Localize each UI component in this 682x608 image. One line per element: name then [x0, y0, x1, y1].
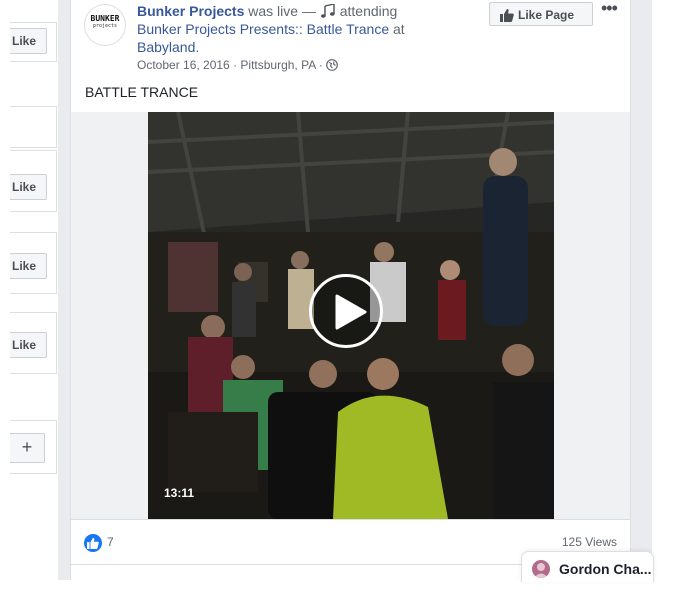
video-player[interactable]: 13:11 [148, 112, 554, 519]
avatar [532, 560, 550, 578]
page-name-link[interactable]: Bunker Projects [137, 3, 244, 19]
reaction-count[interactable]: 7 [107, 535, 114, 549]
event-link[interactable]: Bunker Projects Presents:: Battle Trance [137, 21, 389, 37]
post-date[interactable]: October 16, 2016 [137, 58, 230, 72]
like-page-button[interactable]: Like Page [489, 2, 593, 26]
like-page-label: Like Page [518, 8, 575, 22]
like-button[interactable]: Like [10, 253, 47, 279]
left-column: Like Like Like Like + [0, 0, 58, 580]
play-icon [335, 294, 367, 330]
thumbs-up-icon[interactable] [84, 534, 102, 552]
page-avatar[interactable]: BUNKER projects [84, 4, 126, 46]
post-text: BATTLE TRANCE [85, 84, 199, 100]
thumbs-up-icon [500, 9, 514, 22]
music-note-icon [320, 3, 336, 19]
like-button[interactable]: Like [10, 174, 47, 200]
globe-icon[interactable] [326, 59, 339, 71]
video-duration: 13:11 [164, 486, 195, 500]
live-text: was live — [244, 3, 320, 19]
like-button[interactable]: Like [10, 332, 47, 358]
avatar-logo-subtext: projects [92, 23, 118, 29]
at-text: at [389, 21, 405, 37]
feed-post: BUNKER projects Bunker Projects was live… [70, 0, 631, 580]
play-button[interactable] [309, 274, 383, 348]
right-gutter [652, 0, 682, 580]
video-area: 13:11 [71, 112, 630, 519]
meta-separator: · [315, 58, 327, 72]
location-link[interactable]: Babyland [137, 39, 195, 55]
post-header: Bunker Projects was live — attending Bun… [137, 2, 457, 56]
add-button[interactable]: + [10, 433, 45, 463]
period-text: . [195, 39, 200, 55]
suggestion-card [10, 106, 57, 148]
post-place[interactable]: Pittsburgh, PA [240, 58, 315, 72]
footer-area [0, 580, 682, 608]
chat-tab[interactable]: Gordon Cha... [521, 551, 654, 582]
meta-separator: · [229, 58, 241, 72]
more-options-button[interactable]: ••• [601, 0, 618, 19]
activity-text: attending [335, 3, 398, 19]
like-button[interactable]: Like [10, 28, 47, 54]
post-meta: October 16, 2016 · Pittsburgh, PA · [137, 58, 339, 72]
avatar-logo-text: BUNKER [90, 14, 120, 23]
chat-contact-name: Gordon Cha... [559, 561, 652, 577]
view-count: 125 Views [561, 535, 617, 549]
